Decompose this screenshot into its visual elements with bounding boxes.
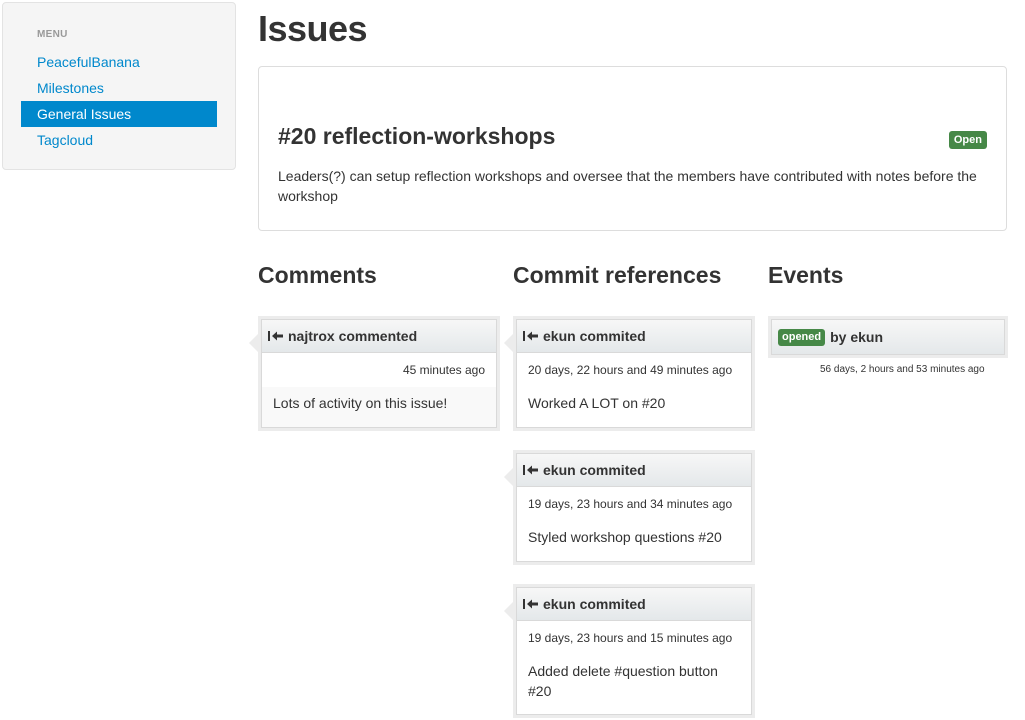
commit-author: ekun commited: [543, 328, 646, 344]
comment-body: Lots of activity on this issue!: [262, 387, 496, 427]
issue-title: #20 reflection-workshops: [278, 123, 556, 149]
sidebar-item-peacefulbanana[interactable]: PeacefulBanana: [21, 49, 217, 75]
sidebar: MENU PeacefulBanana Milestones General I…: [2, 2, 236, 170]
menu-header: MENU: [37, 29, 68, 40]
comment-header: najtrox commented: [262, 320, 496, 353]
comment-author: najtrox commented: [288, 328, 418, 344]
commit-message: Added delete #question button #20: [528, 663, 718, 699]
comments-heading: Comments: [258, 262, 377, 288]
commit-time: 19 days, 23 hours and 15 minutes ago: [528, 631, 733, 645]
arrow-left-icon: [523, 464, 539, 476]
commit-header: ekun commited: [517, 588, 751, 621]
commit-message: Worked A LOT on #20: [528, 395, 666, 411]
event-time: 56 days, 2 hours and 53 minutes ago: [820, 364, 985, 375]
commit-card: ekun commited 20 days, 22 hours and 49 m…: [504, 319, 752, 428]
event-author: by ekun: [830, 329, 884, 345]
issue-box: #20 reflection-workshops Open Leaders(?)…: [258, 66, 1007, 231]
commit-header: ekun commited: [517, 454, 751, 487]
sidebar-item-general-issues[interactable]: General Issues: [21, 101, 217, 127]
arrow-left-icon: [523, 330, 539, 342]
page-title: Issues: [258, 8, 368, 49]
commit-card: ekun commited 19 days, 23 hours and 34 m…: [504, 453, 752, 562]
commit-author: ekun commited: [543, 462, 646, 478]
arrow-left-icon: [268, 330, 284, 342]
arrow-left-icon: [523, 598, 539, 610]
commits-heading: Commit references: [513, 262, 722, 288]
issue-description: Leaders(?) can setup reflection workshop…: [278, 168, 977, 204]
commit-author: ekun commited: [543, 596, 646, 612]
commit-card: ekun commited 19 days, 23 hours and 15 m…: [504, 587, 752, 715]
commit-time: 20 days, 22 hours and 49 minutes ago: [528, 363, 733, 377]
events-heading: Events: [768, 262, 844, 288]
event-card: opened by ekun: [771, 319, 1005, 355]
comment-card: najtrox commented 45 minutes ago Lots of…: [249, 319, 497, 428]
opened-badge: opened: [778, 328, 826, 346]
event-header: opened by ekun: [772, 320, 1004, 354]
commit-message: Styled workshop questions #20: [528, 529, 722, 545]
status-badge: Open: [948, 131, 987, 149]
sidebar-nav: PeacefulBanana Milestones General Issues…: [21, 49, 217, 153]
commit-time: 19 days, 23 hours and 34 minutes ago: [528, 497, 733, 511]
sidebar-item-tagcloud[interactable]: Tagcloud: [21, 127, 217, 153]
sidebar-item-milestones[interactable]: Milestones: [21, 75, 217, 101]
comment-time: 45 minutes ago: [402, 363, 485, 377]
commit-header: ekun commited: [517, 320, 751, 353]
